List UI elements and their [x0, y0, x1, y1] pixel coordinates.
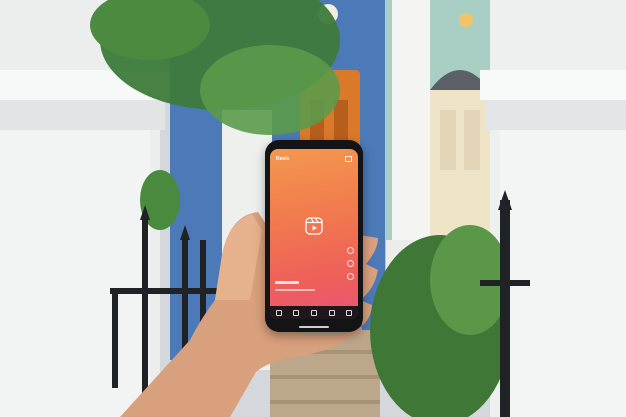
- reels-icon: [305, 217, 323, 235]
- camera-icon: [345, 156, 352, 162]
- screen-title: Reels: [276, 156, 290, 162]
- home-icon: [275, 309, 282, 316]
- bottom-nav: [270, 306, 358, 319]
- phone-screen: Reels: [270, 149, 358, 319]
- like-icon: [346, 247, 354, 254]
- caption-user: [275, 281, 299, 284]
- comment-icon: [346, 260, 354, 267]
- profile-icon: [346, 309, 353, 316]
- shop-icon: [328, 309, 335, 316]
- share-icon: [346, 273, 354, 280]
- add-icon: [310, 309, 317, 316]
- smartphone: Reels: [265, 140, 363, 332]
- caption-text: [275, 289, 315, 291]
- side-actions: [346, 247, 354, 286]
- home-indicator: [299, 326, 329, 328]
- phone-notch: [299, 143, 329, 147]
- search-icon: [293, 309, 300, 316]
- photo-scene: Reels: [0, 0, 626, 417]
